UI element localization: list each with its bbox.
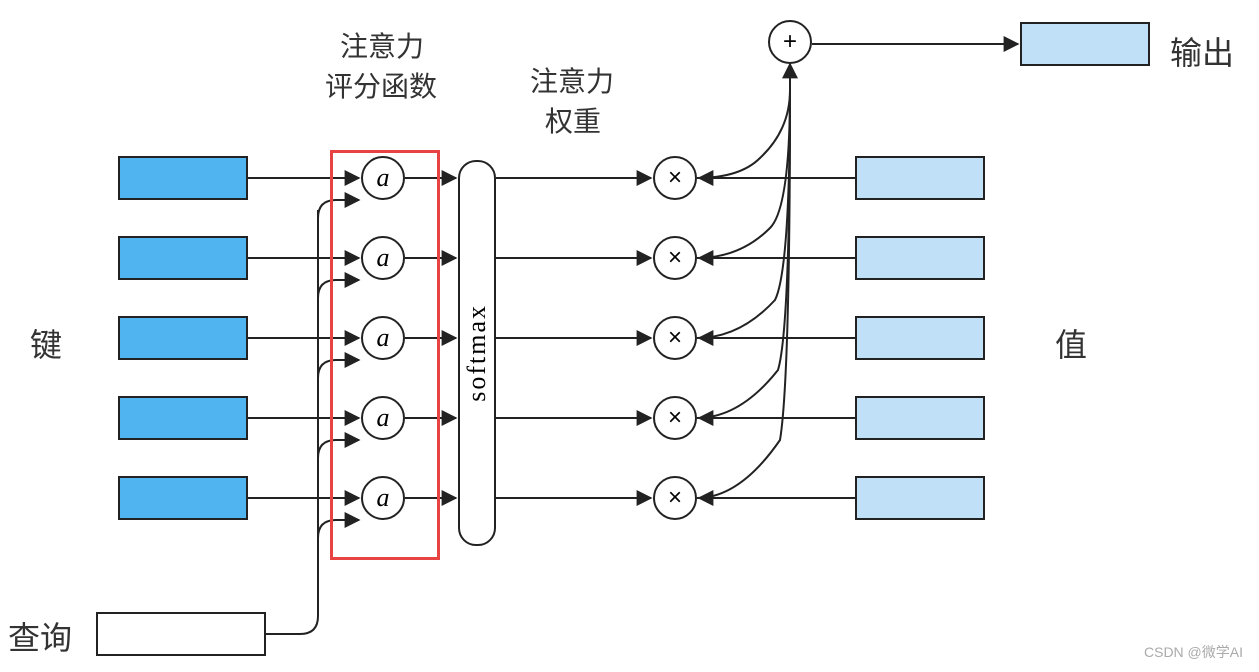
multiply-node: × bbox=[653, 396, 697, 440]
query-box bbox=[96, 612, 266, 656]
key-box bbox=[118, 316, 248, 360]
scoring-node: a bbox=[361, 476, 405, 520]
scoring-node: a bbox=[361, 236, 405, 280]
multiply-node: × bbox=[653, 236, 697, 280]
key-box bbox=[118, 236, 248, 280]
value-box bbox=[855, 476, 985, 520]
key-box bbox=[118, 476, 248, 520]
multiply-node: × bbox=[653, 316, 697, 360]
key-box bbox=[118, 156, 248, 200]
key-box bbox=[118, 396, 248, 440]
scoring-label-2: 评分函数 bbox=[325, 65, 437, 105]
output-label: 输出 bbox=[1170, 28, 1234, 74]
output-box bbox=[1020, 22, 1150, 66]
values-label: 值 bbox=[1055, 320, 1087, 366]
scoring-label-1: 注意力 bbox=[340, 25, 424, 65]
value-box bbox=[855, 236, 985, 280]
plus-node: + bbox=[768, 20, 812, 64]
value-box bbox=[855, 396, 985, 440]
value-box bbox=[855, 316, 985, 360]
weights-label-2: 权重 bbox=[545, 100, 601, 140]
watermark: CSDN @微学AI bbox=[1144, 642, 1243, 662]
weights-label-1: 注意力 bbox=[530, 60, 614, 100]
multiply-node: × bbox=[653, 476, 697, 520]
value-box bbox=[855, 156, 985, 200]
keys-label: 键 bbox=[30, 320, 62, 366]
query-label: 查询 bbox=[8, 613, 72, 659]
scoring-node: a bbox=[361, 396, 405, 440]
multiply-node: × bbox=[653, 156, 697, 200]
scoring-node: a bbox=[361, 156, 405, 200]
softmax-label: softmax bbox=[462, 304, 492, 402]
softmax-box: softmax bbox=[458, 160, 496, 546]
scoring-node: a bbox=[361, 316, 405, 360]
